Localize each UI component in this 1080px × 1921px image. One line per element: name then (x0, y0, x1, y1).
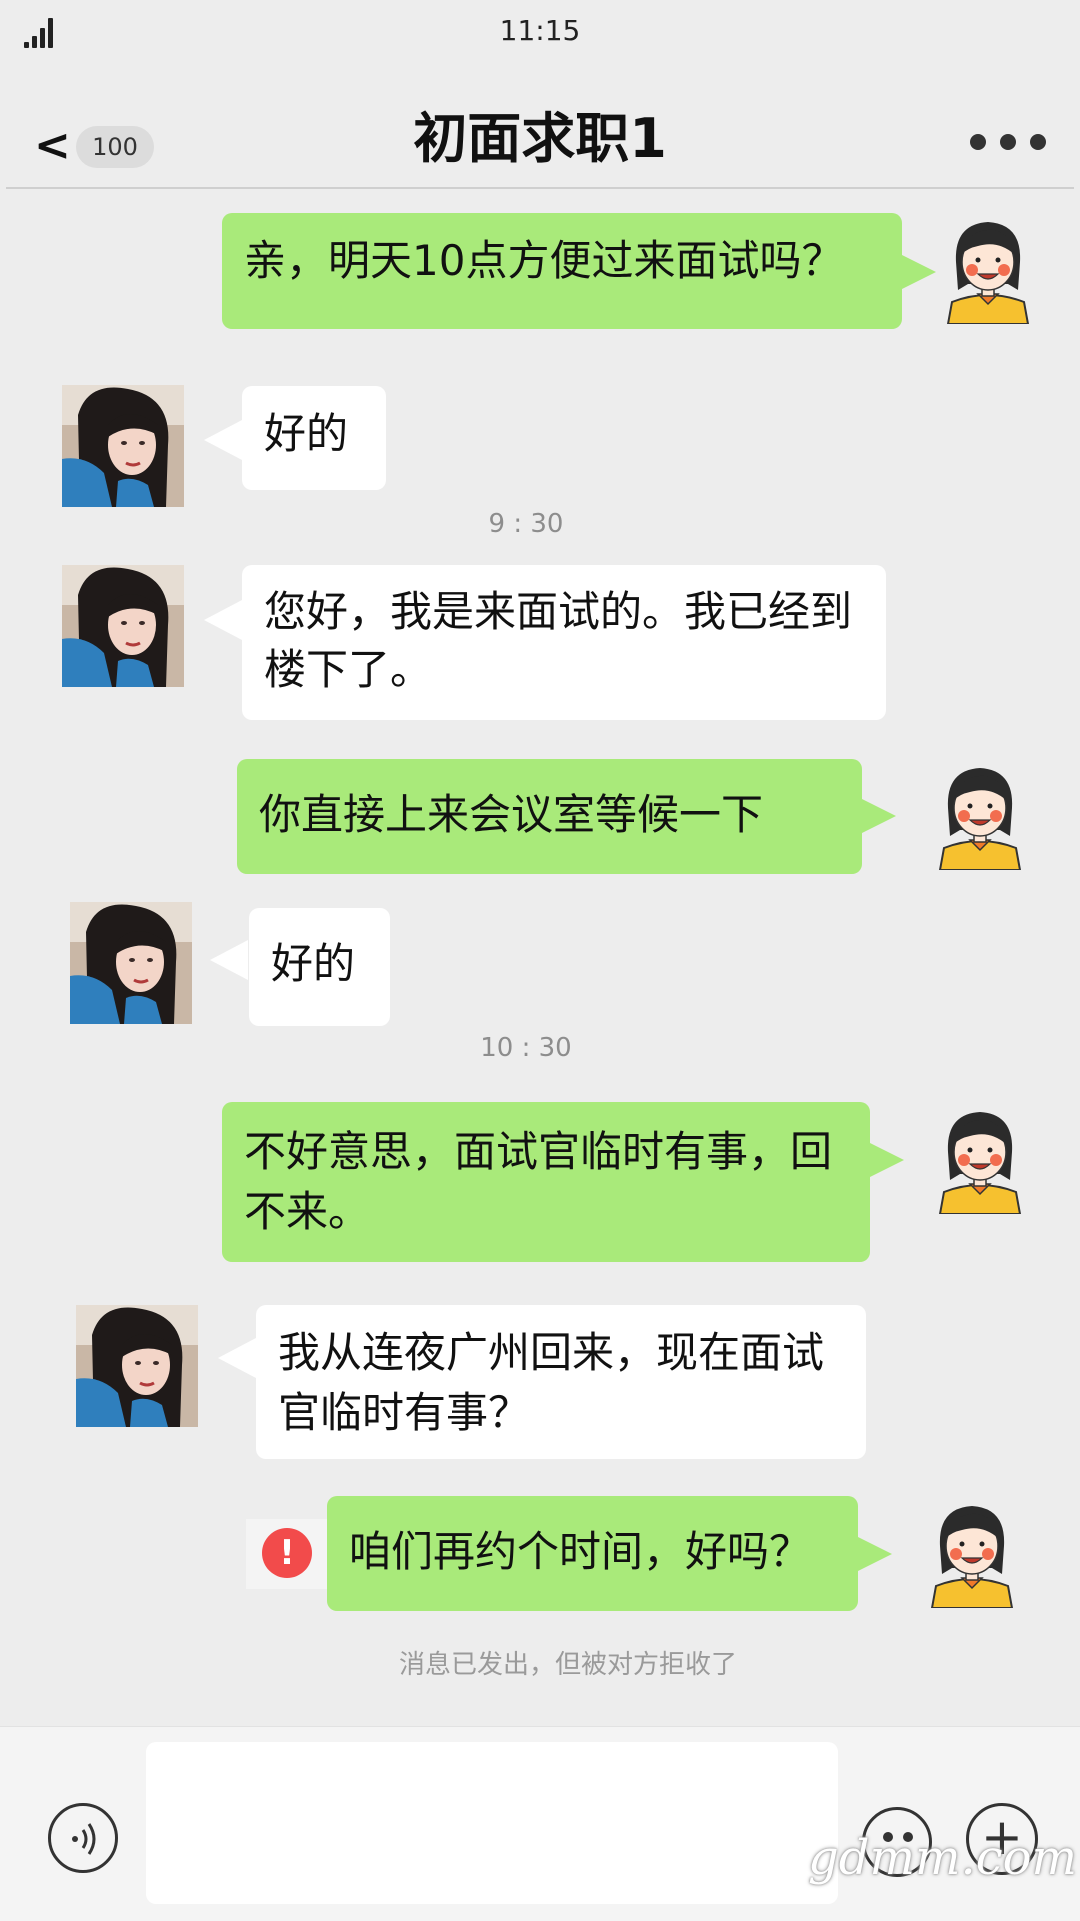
voice-icon (72, 1823, 96, 1855)
status-time: 11:15 (499, 14, 581, 47)
bubble-tail (860, 798, 896, 834)
message-bubble-sent[interactable]: 不好意思，面试官临时有事，回不来。 (222, 1102, 870, 1262)
bubble-tail (856, 1536, 892, 1572)
my-avatar[interactable] (922, 1502, 1022, 1608)
my-avatar[interactable] (930, 764, 1030, 870)
timestamp: 9 : 30 (488, 509, 564, 539)
contact-avatar[interactable] (70, 902, 192, 1024)
send-failed-indicator[interactable]: ! (246, 1519, 328, 1589)
message-bubble-received[interactable]: 您好，我是来面试的。我已经到楼下了。 (242, 565, 886, 720)
my-avatar[interactable] (930, 1108, 1030, 1214)
bubble-tail (204, 420, 242, 460)
message-bubble-sent-failed[interactable]: 咱们再约个时间，好吗？ (327, 1496, 858, 1611)
contact-avatar[interactable] (62, 565, 184, 687)
header-divider (6, 187, 1074, 189)
message-bubble-sent[interactable]: 你直接上来会议室等候一下 (237, 759, 862, 874)
bubble-tail (868, 1142, 904, 1178)
voice-button[interactable] (48, 1803, 118, 1873)
chat-title: 初面求职1 (413, 107, 667, 170)
message-bubble-received[interactable]: 好的 (249, 908, 390, 1026)
watermark: gdmm.com (808, 1830, 1078, 1886)
bubble-tail (218, 1338, 256, 1378)
contact-avatar[interactable] (62, 385, 184, 507)
message-input[interactable] (146, 1742, 838, 1904)
bubble-tail (900, 254, 936, 290)
my-avatar[interactable] (938, 218, 1038, 324)
message-bubble-sent[interactable]: 亲，明天10点方便过来面试吗？ (222, 213, 902, 329)
bubble-tail (204, 600, 242, 640)
message-bubble-received[interactable]: 我从连夜广州回来，现在面试官临时有事？ (256, 1305, 866, 1459)
system-notice: 消息已发出，但被对方拒收了 (398, 1650, 737, 1680)
message-bubble-received[interactable]: 好的 (242, 386, 386, 490)
contact-avatar[interactable] (76, 1305, 198, 1427)
more-options-icon[interactable] (970, 134, 1050, 156)
timestamp: 10 : 30 (480, 1033, 572, 1063)
error-icon: ! (262, 1528, 312, 1578)
bubble-tail (210, 940, 248, 980)
